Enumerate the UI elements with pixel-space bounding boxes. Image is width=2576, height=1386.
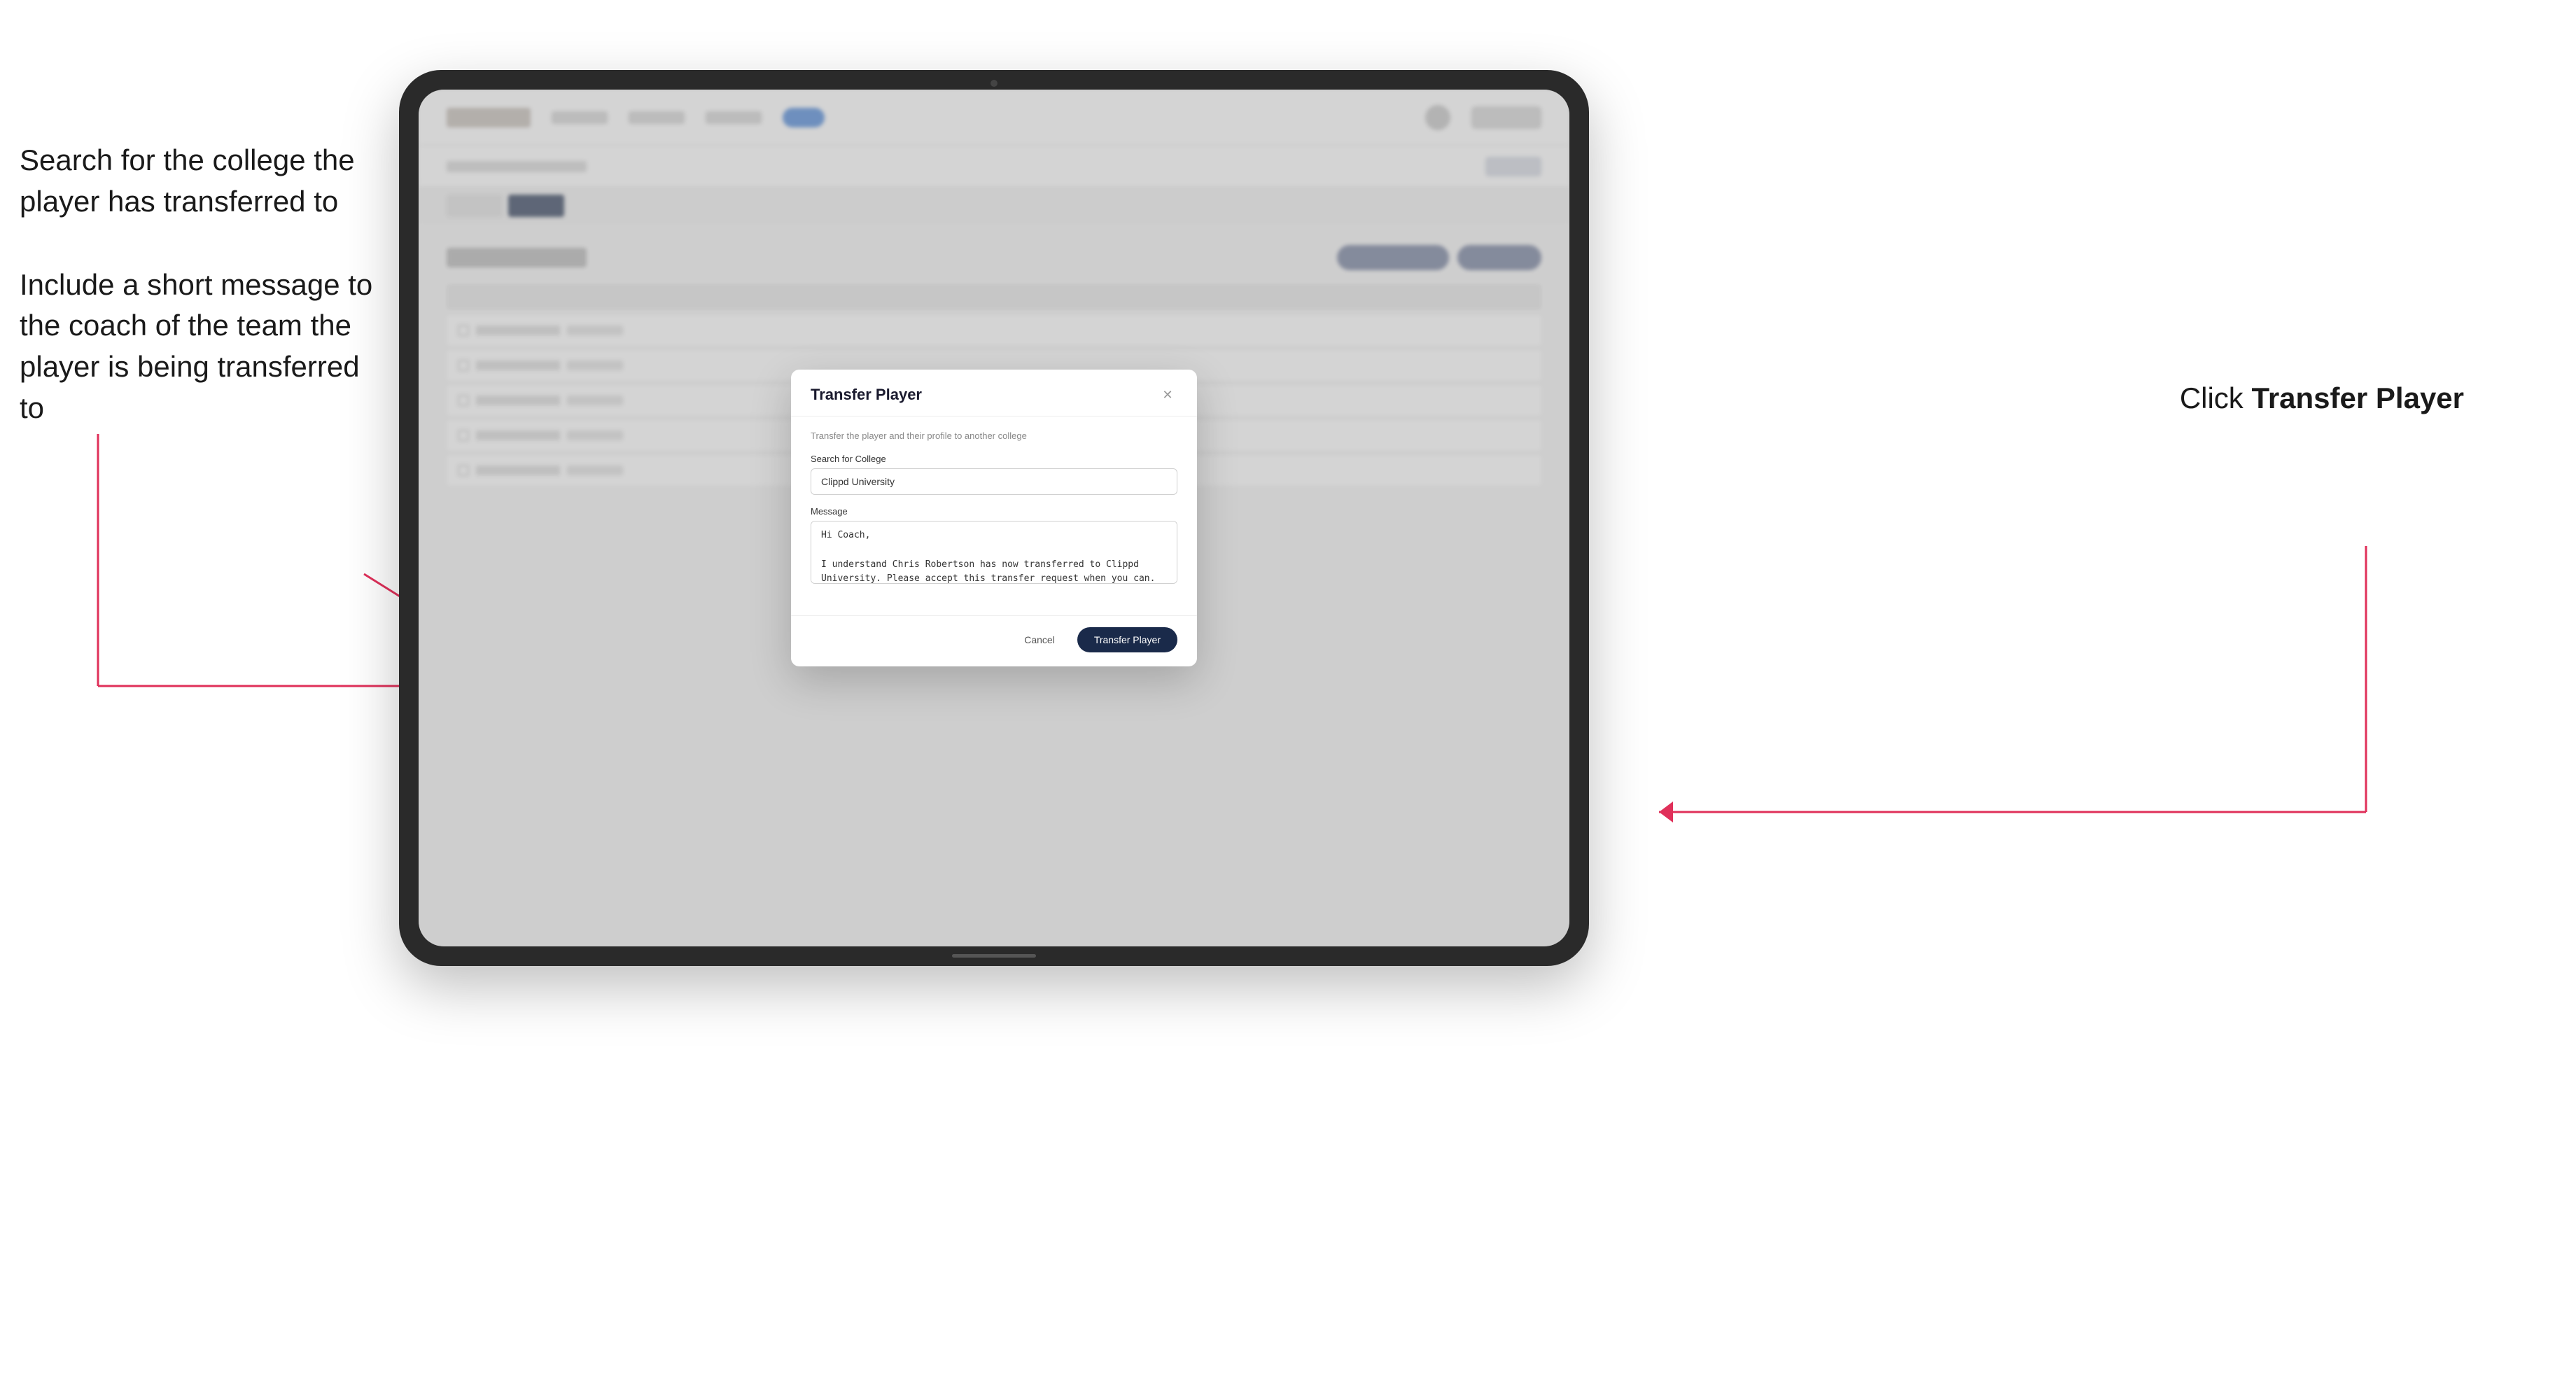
- tablet-screen: Transfer Player ✕ Transfer the player an…: [419, 90, 1569, 946]
- modal-subtitle: Transfer the player and their profile to…: [811, 430, 1177, 441]
- search-college-input[interactable]: [811, 468, 1177, 495]
- annotation-text-top: Search for the college the player has tr…: [20, 140, 384, 223]
- message-textarea[interactable]: [811, 521, 1177, 584]
- modal-overlay: Transfer Player ✕ Transfer the player an…: [419, 90, 1569, 946]
- search-college-label: Search for College: [811, 454, 1177, 464]
- tablet-device: Transfer Player ✕ Transfer the player an…: [399, 70, 1589, 966]
- message-label: Message: [811, 506, 1177, 517]
- transfer-player-button[interactable]: Transfer Player: [1077, 627, 1177, 652]
- modal-header: Transfer Player ✕: [791, 370, 1197, 416]
- annotation-left: Search for the college the player has tr…: [20, 140, 384, 471]
- tablet-camera: [990, 80, 997, 87]
- transfer-player-modal: Transfer Player ✕ Transfer the player an…: [791, 370, 1197, 666]
- modal-body: Transfer the player and their profile to…: [791, 416, 1197, 615]
- annotation-right: Click Transfer Player: [2180, 378, 2464, 419]
- modal-close-button[interactable]: ✕: [1158, 385, 1177, 405]
- annotation-right-text: Click: [2180, 382, 2252, 414]
- annotation-right-bold: Transfer Player: [2251, 382, 2464, 414]
- tablet-home-bar: [952, 954, 1036, 958]
- modal-title: Transfer Player: [811, 386, 922, 404]
- message-group: Message: [811, 506, 1177, 587]
- cancel-button[interactable]: Cancel: [1013, 629, 1066, 651]
- annotation-text-bottom: Include a short message to the coach of …: [20, 265, 384, 429]
- search-college-group: Search for College: [811, 454, 1177, 495]
- modal-footer: Cancel Transfer Player: [791, 615, 1197, 666]
